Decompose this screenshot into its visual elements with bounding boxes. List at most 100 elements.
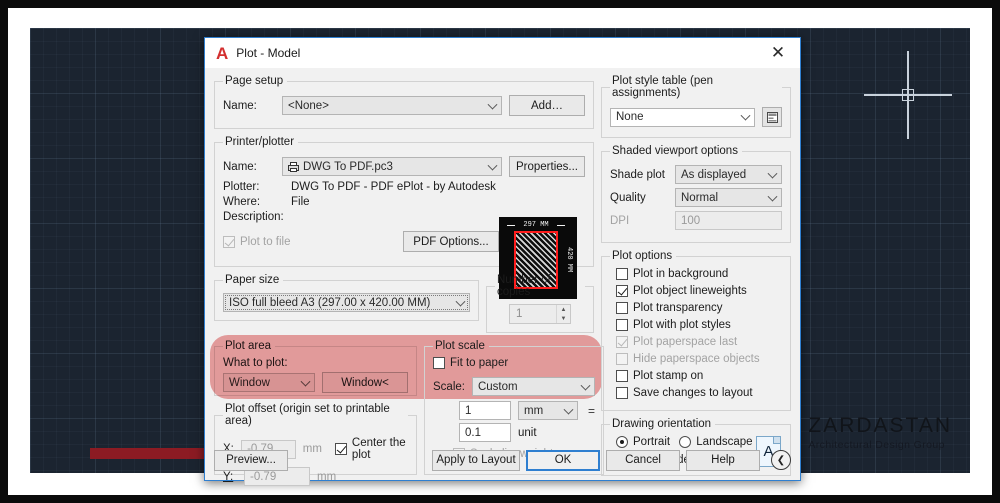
plot-to-file-checkbox: Plot to file — [223, 236, 291, 248]
plotter-value: DWG To PDF - PDF ePlot - by Autodesk — [291, 181, 496, 193]
where-label: Where: — [223, 196, 291, 208]
printer-plotter-legend: Printer/plotter — [223, 136, 298, 148]
orientation-landscape-label: Landscape — [696, 436, 752, 448]
plot-style-table-group: Plot style table (pen assignments) None — [601, 75, 791, 138]
scale-numerator-input[interactable]: 1 — [459, 401, 511, 420]
shaded-viewport-legend: Shaded viewport options — [610, 145, 742, 157]
printer-properties-button[interactable]: Properties... — [509, 156, 585, 177]
plot-option-checkbox[interactable]: Plot with plot styles — [616, 319, 731, 331]
what-to-plot-combo[interactable]: Window — [223, 373, 315, 392]
plot-option-checkbox[interactable]: Plot object lineweights — [616, 285, 747, 297]
cancel-button[interactable]: Cancel — [606, 450, 680, 471]
copies-arrows[interactable]: ▲ ▼ — [556, 305, 570, 323]
plot-option-label: Plot in background — [633, 268, 728, 280]
orientation-portrait-radio[interactable]: Portrait — [616, 436, 670, 448]
help-button[interactable]: Help — [686, 450, 760, 471]
plotter-label: Plotter: — [223, 181, 291, 193]
where-row: Where: File — [223, 196, 499, 208]
description-row: Description: — [223, 211, 499, 223]
watermark-tagline: Architectural Design Group — [808, 440, 952, 451]
paper-size-combo[interactable]: ISO full bleed A3 (297.00 x 420.00 MM) — [223, 293, 470, 312]
radio-icon — [616, 436, 628, 448]
spinner-up-icon[interactable]: ▲ — [557, 305, 570, 314]
dialog-titlebar[interactable]: A Plot - Model ✕ — [205, 38, 800, 68]
apply-to-layout-button[interactable]: Apply to Layout — [432, 450, 520, 471]
shade-plot-combo[interactable]: As displayed — [675, 165, 782, 184]
checkbox-icon — [616, 268, 628, 280]
dialog-title: Plot - Model — [236, 46, 300, 60]
ok-button[interactable]: OK — [526, 450, 600, 471]
plot-style-table-value: None — [616, 111, 644, 123]
scale-combo[interactable]: Custom — [472, 377, 595, 396]
page-setup-legend: Page setup — [223, 75, 287, 87]
chevron-down-icon — [488, 99, 498, 109]
plot-options-group: Plot options Plot in backgroundPlot obje… — [601, 250, 791, 411]
spinner-down-icon[interactable]: ▼ — [557, 314, 570, 323]
chevron-down-icon — [768, 168, 778, 178]
plot-option-checkbox[interactable]: Save changes to layout — [616, 387, 753, 399]
scale-equals-sign: = — [588, 404, 595, 418]
less-options-toggle[interactable]: ❮ — [771, 450, 791, 470]
plot-option-label: Plot object lineweights — [633, 285, 747, 297]
where-value: File — [291, 196, 310, 208]
plot-style-table-combo[interactable]: None — [610, 108, 755, 127]
quality-combo[interactable]: Normal — [675, 188, 782, 207]
dialog-footer: Preview... Apply to Layout OK Cancel Hel… — [214, 448, 791, 472]
page-setup-group: Page setup Name: <None> Add… — [214, 75, 594, 129]
scale-denominator-unit: unit — [518, 427, 537, 439]
scale-denominator-input[interactable]: 0.1 — [459, 423, 511, 442]
preview-width-dim: 297 MM — [507, 220, 565, 230]
chevron-down-icon — [741, 111, 751, 121]
copies-stepper[interactable]: 1 ▲ ▼ — [509, 304, 571, 324]
drawing-orientation-legend: Drawing orientation — [610, 418, 715, 430]
checkbox-icon — [616, 387, 628, 399]
copies-group: Number of copies 1 ▲ ▼ — [486, 274, 594, 333]
plot-option-checkbox[interactable]: Plot stamp on — [616, 370, 703, 382]
table-edit-icon[interactable] — [762, 107, 782, 127]
checkbox-icon — [616, 285, 628, 297]
what-to-plot-value: Window — [229, 377, 270, 389]
page-setup-name-combo[interactable]: <None> — [282, 96, 502, 115]
printer-name-value: DWG To PDF.pc3 — [303, 161, 393, 173]
plot-option-checkbox[interactable]: Plot transparency — [616, 302, 723, 314]
shaded-viewport-group: Shaded viewport options Shade plot As di… — [601, 145, 791, 243]
chevron-down-icon — [301, 376, 311, 386]
plot-options-list: Plot in background Plot object lineweight… — [610, 266, 782, 402]
plot-option-checkbox: Hide paperspace objects — [616, 353, 760, 365]
plot-style-table-legend: Plot style table (pen assignments) — [610, 75, 782, 99]
plot-option-label: Plot with plot styles — [633, 319, 731, 331]
orientation-landscape-radio[interactable]: Landscape — [679, 436, 752, 448]
window-pick-button[interactable]: Window< — [322, 372, 408, 393]
chevron-down-icon — [456, 296, 466, 306]
close-icon[interactable]: ✕ — [756, 38, 800, 68]
printer-name-combo[interactable]: DWG To PDF.pc3 — [282, 157, 502, 176]
scale-value: Custom — [478, 381, 518, 393]
plot-option-label: Plot paperspace last — [633, 336, 737, 348]
radio-icon — [679, 436, 691, 448]
page-setup-name-label: Name: — [223, 100, 275, 112]
fit-to-paper-label: Fit to paper — [450, 357, 508, 369]
fit-to-paper-checkbox[interactable]: Fit to paper — [433, 357, 508, 369]
quality-label: Quality — [610, 192, 668, 204]
pdf-options-button[interactable]: PDF Options... — [403, 231, 499, 252]
offset-y-unit: mm — [317, 471, 336, 483]
printer-name-label: Name: — [223, 161, 275, 173]
checkbox-icon — [223, 236, 235, 248]
chevron-down-icon — [564, 404, 574, 414]
copies-value: 1 — [510, 305, 556, 323]
plot-option-label: Save changes to layout — [633, 387, 753, 399]
scale-label: Scale: — [433, 381, 465, 393]
crosshair-pickbox — [902, 89, 914, 101]
what-to-plot-label: What to plot: — [223, 357, 408, 369]
checkbox-icon — [616, 353, 628, 365]
plotter-row: Plotter: DWG To PDF - PDF ePlot - by Aut… — [223, 181, 499, 193]
chevron-down-icon — [768, 191, 778, 201]
chevron-down-icon — [581, 380, 591, 390]
checkbox-icon — [433, 357, 445, 369]
watermark-wordmark: ZARDASTAN — [808, 415, 952, 436]
add-page-setup-button[interactable]: Add… — [509, 95, 585, 116]
plotter-icon — [288, 162, 299, 172]
preview-button[interactable]: Preview... — [214, 450, 288, 471]
plot-option-checkbox[interactable]: Plot in background — [616, 268, 728, 280]
scale-unit-combo[interactable]: mm — [518, 401, 578, 420]
